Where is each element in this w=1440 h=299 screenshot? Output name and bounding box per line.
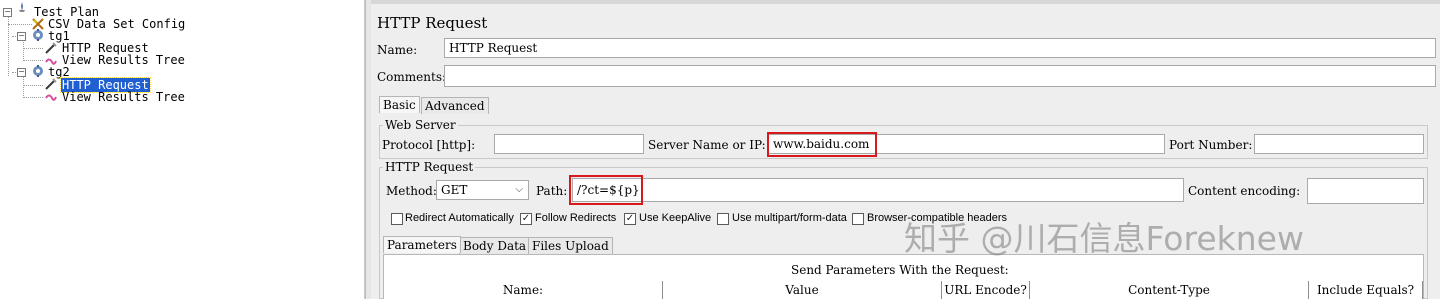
use-multipart-checkbox[interactable] <box>717 213 729 225</box>
highlight-box-path <box>569 175 643 205</box>
tree-connector <box>23 40 24 61</box>
tree-connector <box>23 60 43 61</box>
name-field[interactable]: HTTP Request <box>444 38 1436 58</box>
port-field[interactable] <box>1254 134 1424 154</box>
content-encoding-label: Content encoding: <box>1188 184 1301 198</box>
thread-group-icon <box>33 65 43 77</box>
content-encoding-field[interactable] <box>1307 178 1424 204</box>
http-request-title: HTTP Request <box>383 160 476 174</box>
comments-field[interactable] <box>444 65 1436 87</box>
tree-connector <box>23 85 43 86</box>
column-header-include-equals[interactable]: Include Equals? <box>1309 281 1423 299</box>
tree-item-view-results-tree-1[interactable]: View Results Tree <box>61 54 186 66</box>
use-keepalive-checkbox[interactable]: ✓ <box>624 213 636 225</box>
method-value: GET <box>441 183 468 197</box>
toolbar-edge <box>371 0 1440 4</box>
params-caption: Send Parameters With the Request: <box>791 263 1009 277</box>
tree-item-tg2[interactable]: tg2 <box>47 66 71 78</box>
tab-parameters[interactable]: Parameters <box>383 236 461 253</box>
tree-item-view-results-tree-2[interactable]: View Results Tree <box>61 91 186 103</box>
tree-connector <box>23 97 43 98</box>
column-header-url-encode[interactable]: URL Encode? <box>942 281 1030 299</box>
collapse-toggle-icon[interactable]: − <box>17 32 26 41</box>
column-header-content-type[interactable]: Content-Type <box>1030 281 1309 299</box>
test-plan-tree[interactable]: − Test Plan CSV Data Set Config − tg1 HT… <box>0 0 365 299</box>
follow-redirects-label: Follow Redirects <box>535 212 617 224</box>
column-header-name[interactable]: Name: <box>384 281 663 299</box>
test-plan-icon <box>19 2 25 12</box>
server-name-label: Server Name or IP: <box>648 138 766 152</box>
listener-icon <box>45 94 57 101</box>
path-field[interactable]: /?ct=${p} <box>572 178 1184 202</box>
tab-advanced[interactable]: Advanced <box>421 97 489 114</box>
chevron-down-icon: ⌵ <box>515 184 523 195</box>
highlight-box-server <box>767 132 877 157</box>
port-label: Port Number: <box>1169 138 1253 152</box>
tree-connector <box>23 48 43 49</box>
follow-redirects-checkbox[interactable]: ✓ <box>520 213 532 225</box>
comments-label: Comments: <box>377 70 447 84</box>
collapse-toggle-icon[interactable]: − <box>3 8 12 17</box>
name-label: Name: <box>377 43 418 57</box>
protocol-field[interactable] <box>494 134 644 154</box>
column-header-value[interactable]: Value <box>663 281 942 299</box>
thread-group-icon <box>33 29 43 41</box>
redirect-automatically-checkbox[interactable] <box>391 213 403 225</box>
tab-basic[interactable]: Basic <box>379 96 420 113</box>
method-label: Method: <box>386 184 437 198</box>
web-server-title: Web Server <box>383 118 458 132</box>
path-label: Path: <box>536 184 568 198</box>
tree-connector <box>8 24 32 25</box>
collapse-toggle-icon[interactable]: − <box>17 68 26 77</box>
tab-body-data[interactable]: Body Data <box>459 237 531 254</box>
use-multipart-label: Use multipart/form-data <box>732 212 847 224</box>
tree-connector <box>23 77 24 98</box>
tab-files-upload[interactable]: Files Upload <box>528 237 613 254</box>
http-sampler-icon <box>45 42 57 54</box>
redirect-automatically-label: Redirect Automatically <box>405 212 514 224</box>
method-select[interactable]: GET ⌵ <box>436 180 529 200</box>
browser-compatible-headers-checkbox[interactable] <box>852 213 864 225</box>
protocol-label: Protocol [http]: <box>382 138 476 152</box>
page-title: HTTP Request <box>377 14 488 32</box>
http-request-editor: HTTP Request Name: HTTP Request Comments… <box>371 0 1440 299</box>
use-keepalive-label: Use KeepAlive <box>639 212 712 224</box>
watermark-text: 知乎 @川石信息Foreknew <box>904 219 1304 258</box>
http-sampler-icon <box>45 78 57 90</box>
